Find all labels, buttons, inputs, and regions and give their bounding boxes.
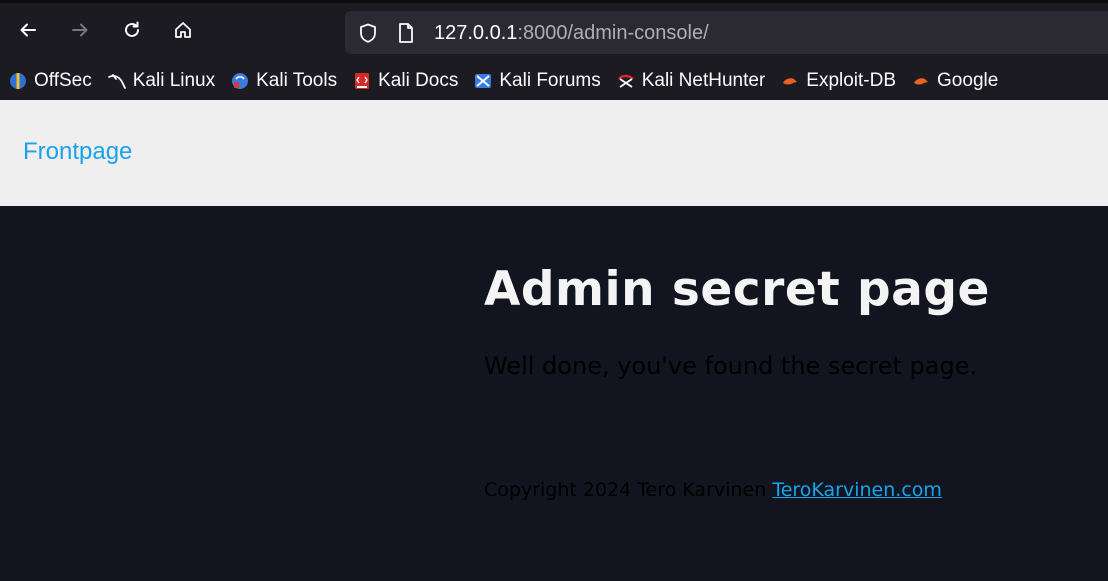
- lead-paragraph: Well done, you've found the secret page.: [484, 352, 978, 380]
- reload-button[interactable]: [115, 13, 149, 47]
- reload-icon: [125, 21, 139, 37]
- address-bar[interactable]: 127.0.0.1:8000/admin-console/: [345, 11, 1108, 54]
- home-icon: [175, 22, 191, 38]
- bookmark-kali-forums[interactable]: Kali Forums: [468, 66, 605, 96]
- google-hacking-db-icon: [914, 78, 929, 85]
- back-arrow-icon: [20, 23, 36, 37]
- bookmark-label: Kali Linux: [132, 70, 216, 91]
- bookmark-label: Kali NetHunter: [641, 70, 766, 91]
- bookmark-kali-tools[interactable]: Kali Tools: [225, 66, 342, 96]
- kali-nethunter-icon: [617, 74, 634, 88]
- bookmark-kali-nethunter[interactable]: Kali NetHunter: [611, 66, 771, 96]
- bookmark-kali-docs[interactable]: Kali Docs: [347, 66, 463, 96]
- url-path: :8000/admin-console/: [517, 22, 709, 44]
- kali-tools-icon: [232, 73, 249, 89]
- bookmark-label: Kali Forums: [499, 70, 601, 91]
- back-button[interactable]: [11, 13, 45, 47]
- bookmarks-toolbar: OffSec Kali Linux Kali Tools Kali Docs K…: [0, 63, 1108, 99]
- browser-chrome: 127.0.0.1:8000/admin-console/ OffSec Kal…: [0, 0, 1108, 100]
- kali-dragon-icon: [107, 74, 126, 89]
- bookmark-kali-linux[interactable]: Kali Linux: [102, 66, 220, 96]
- bookmark-label: Kali Docs: [378, 70, 459, 91]
- copyright-text: Copyright 2024 Tero Karvinen: [484, 479, 773, 501]
- url-host: 127.0.0.1: [434, 22, 518, 44]
- site-header: Frontpage: [0, 100, 1108, 206]
- page-info-icon[interactable]: [397, 22, 415, 44]
- bookmark-label: OffSec: [34, 70, 92, 91]
- bookmark-offsec[interactable]: OffSec: [0, 66, 97, 96]
- url-text[interactable]: 127.0.0.1:8000/admin-console/: [434, 21, 709, 45]
- bookmark-exploit-db[interactable]: Exploit-DB: [775, 66, 901, 96]
- main-content: Admin secret page Well done, you've foun…: [0, 206, 1108, 581]
- bookmark-label: Google: [937, 70, 999, 91]
- kali-docs-icon: [355, 73, 370, 89]
- bookmark-google[interactable]: Google: [906, 66, 1003, 96]
- bookmark-label: Kali Tools: [256, 70, 338, 91]
- bookmark-label: Exploit-DB: [806, 70, 897, 91]
- page-title: Admin secret page: [484, 262, 990, 317]
- home-button[interactable]: [166, 13, 200, 47]
- forward-arrow-icon: [72, 23, 88, 37]
- forward-button[interactable]: [63, 13, 97, 47]
- tracking-protection-shield-icon[interactable]: [357, 22, 379, 44]
- footer: Copyright 2024 Tero Karvinen TeroKarvine…: [484, 479, 942, 501]
- exploit-db-icon: [783, 78, 798, 85]
- offsec-icon: [10, 73, 26, 89]
- frontpage-link[interactable]: Frontpage: [23, 138, 132, 166]
- kali-forums-icon: [475, 74, 492, 88]
- terokarvinen-link[interactable]: TeroKarvinen.com: [772, 479, 942, 501]
